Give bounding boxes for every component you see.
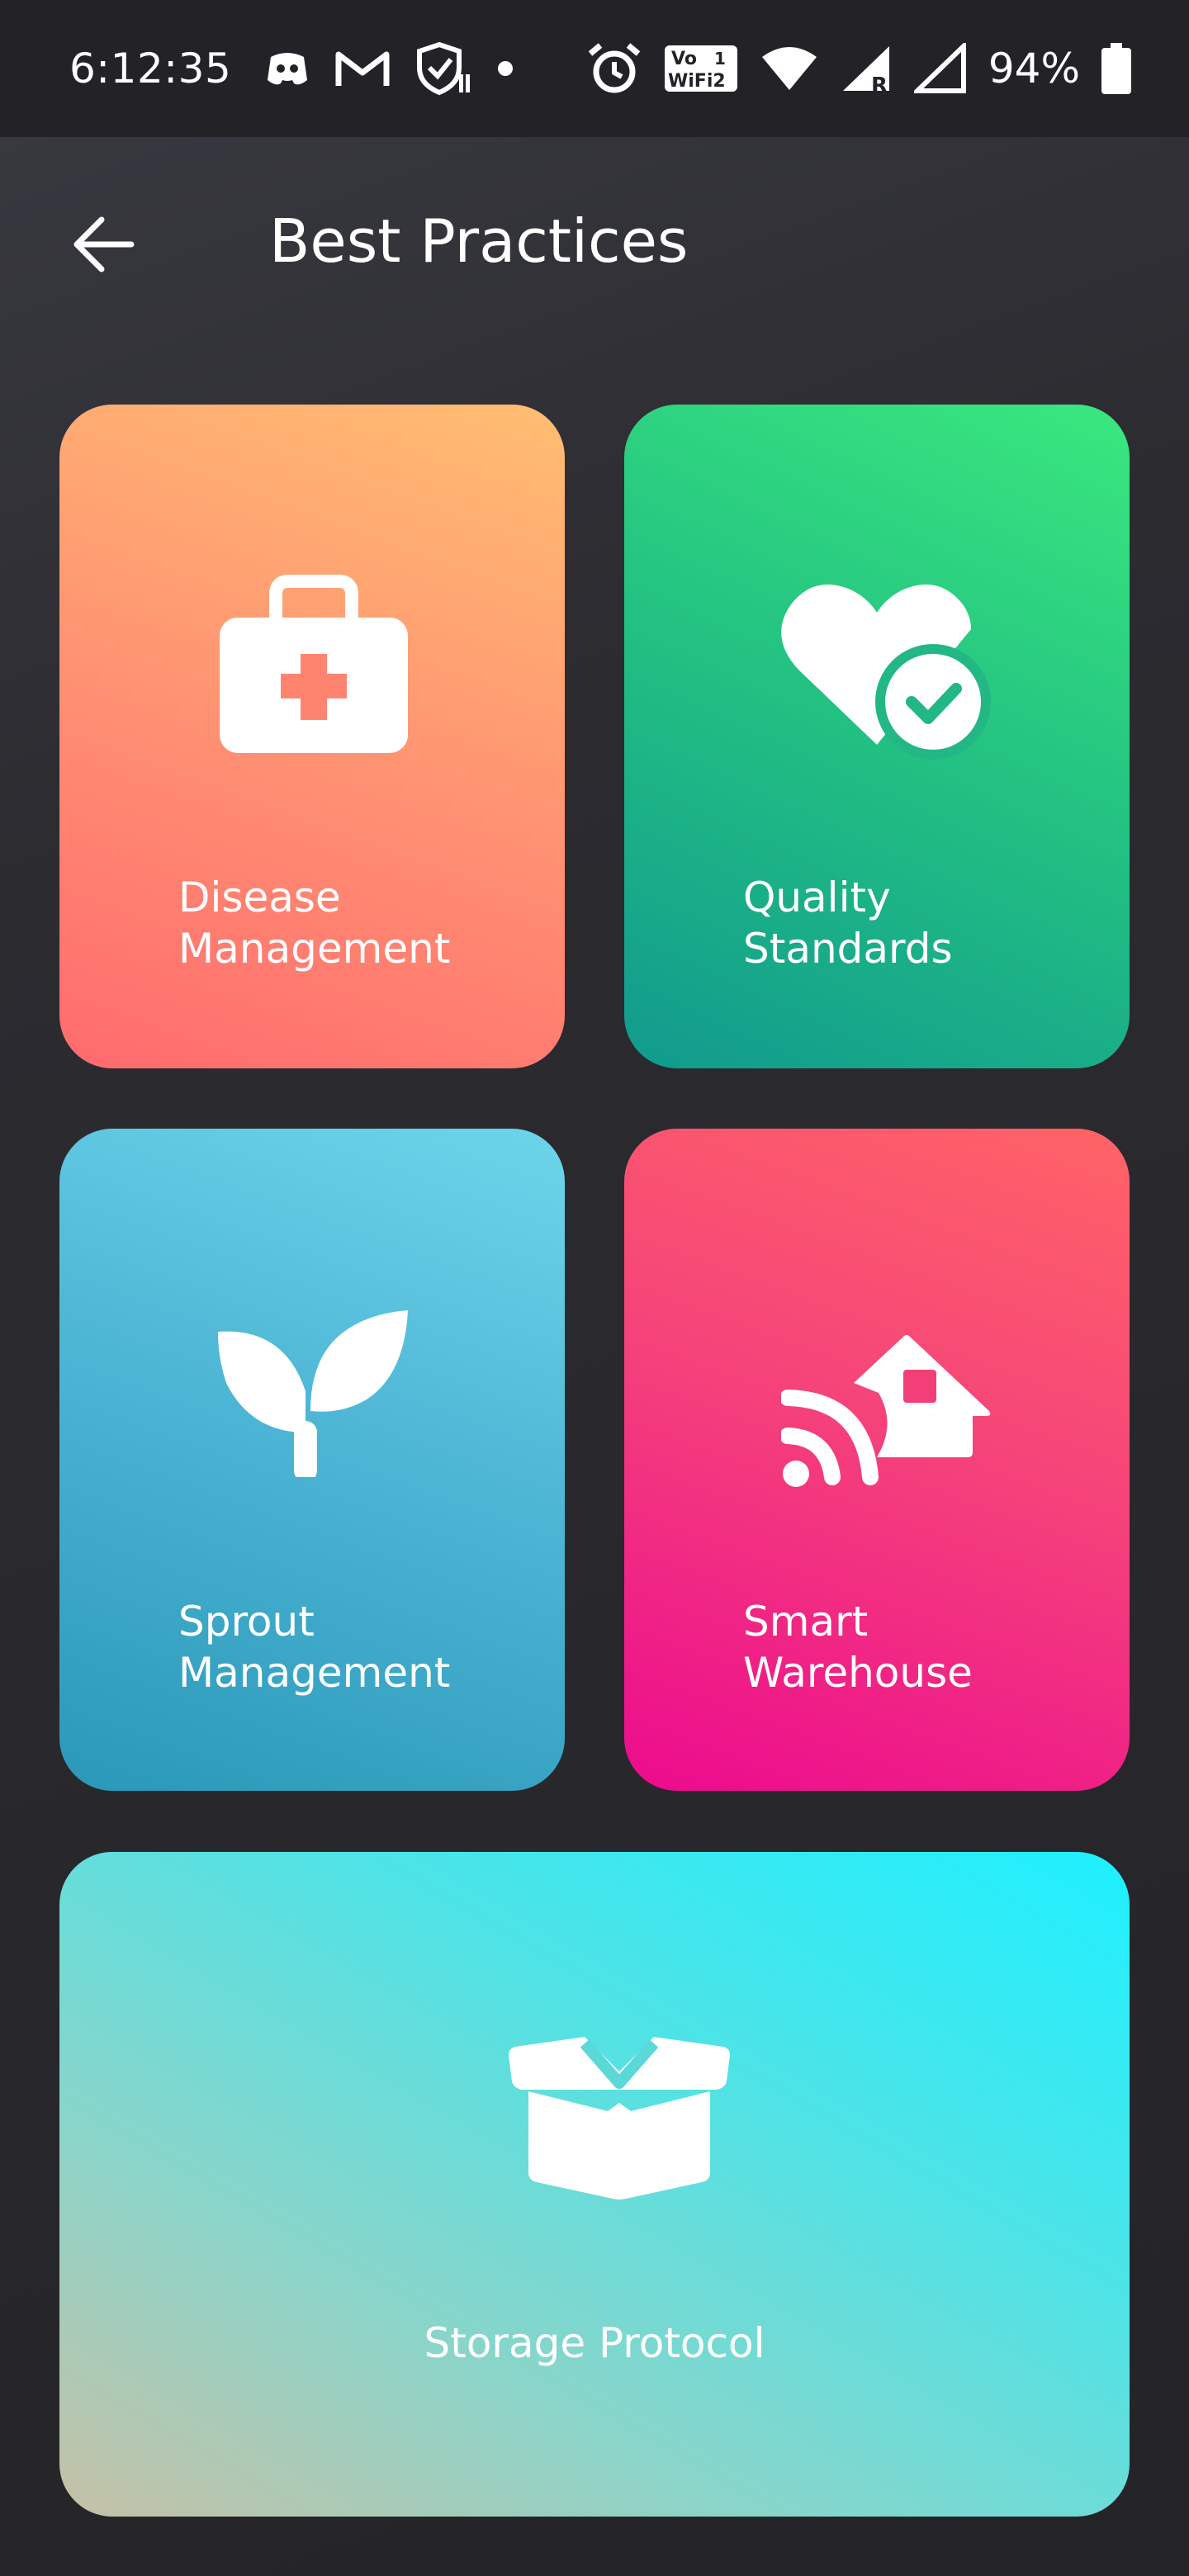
page-title: Best Practices xyxy=(269,206,689,276)
card-sprout-management[interactable]: Sprout Management xyxy=(59,1129,565,1791)
discord-icon xyxy=(264,49,310,88)
open-box-icon xyxy=(505,2032,733,2204)
svg-text:WiFi2: WiFi2 xyxy=(668,71,726,92)
card-disease-management[interactable]: Disease Management xyxy=(59,405,565,1068)
smart-home-icon xyxy=(779,1300,997,1494)
alarm-icon xyxy=(587,42,642,95)
svg-text:R: R xyxy=(871,73,888,94)
battery-icon xyxy=(1101,43,1131,94)
heart-check-icon xyxy=(779,580,994,768)
system-icons: Vo 1 WiFi2 R 94% xyxy=(587,42,1131,95)
card-smart-warehouse[interactable]: Smart Warehouse xyxy=(624,1129,1130,1791)
shield-check-icon xyxy=(414,41,472,96)
back-button[interactable] xyxy=(58,203,149,286)
card-label: Quality Standards xyxy=(743,874,953,973)
card-label: Disease Management xyxy=(178,874,451,973)
dot-icon xyxy=(497,60,514,77)
card-label: Smart Warehouse xyxy=(743,1598,973,1697)
gmail-icon xyxy=(335,48,390,89)
app-bar: Best Practices xyxy=(0,137,1189,343)
sprout-icon xyxy=(218,1309,410,1482)
signal-roaming-icon: R xyxy=(840,43,893,94)
screen: 6:12:35 Vo 1 WiFi2 R 94% Best Practices … xyxy=(0,0,1189,2576)
status-bar: 6:12:35 Vo 1 WiFi2 R 94% xyxy=(0,0,1189,137)
card-quality-standards[interactable]: Quality Standards xyxy=(624,405,1130,1068)
volte-wifi-icon: Vo 1 WiFi2 xyxy=(663,44,739,93)
signal-icon xyxy=(913,43,967,94)
svg-text:1: 1 xyxy=(714,49,726,69)
status-time: 6:12:35 xyxy=(69,45,232,92)
wifi-icon xyxy=(760,44,818,93)
notification-icons xyxy=(264,41,514,96)
card-label: Storage Protocol xyxy=(424,2319,765,2367)
battery-percent: 94% xyxy=(988,45,1080,92)
arrow-left-icon xyxy=(73,216,135,272)
svg-text:Vo: Vo xyxy=(671,49,697,69)
first-aid-kit-icon xyxy=(218,575,410,760)
card-storage-protocol[interactable]: Storage Protocol xyxy=(59,1852,1130,2517)
card-label: Sprout Management xyxy=(178,1598,451,1697)
